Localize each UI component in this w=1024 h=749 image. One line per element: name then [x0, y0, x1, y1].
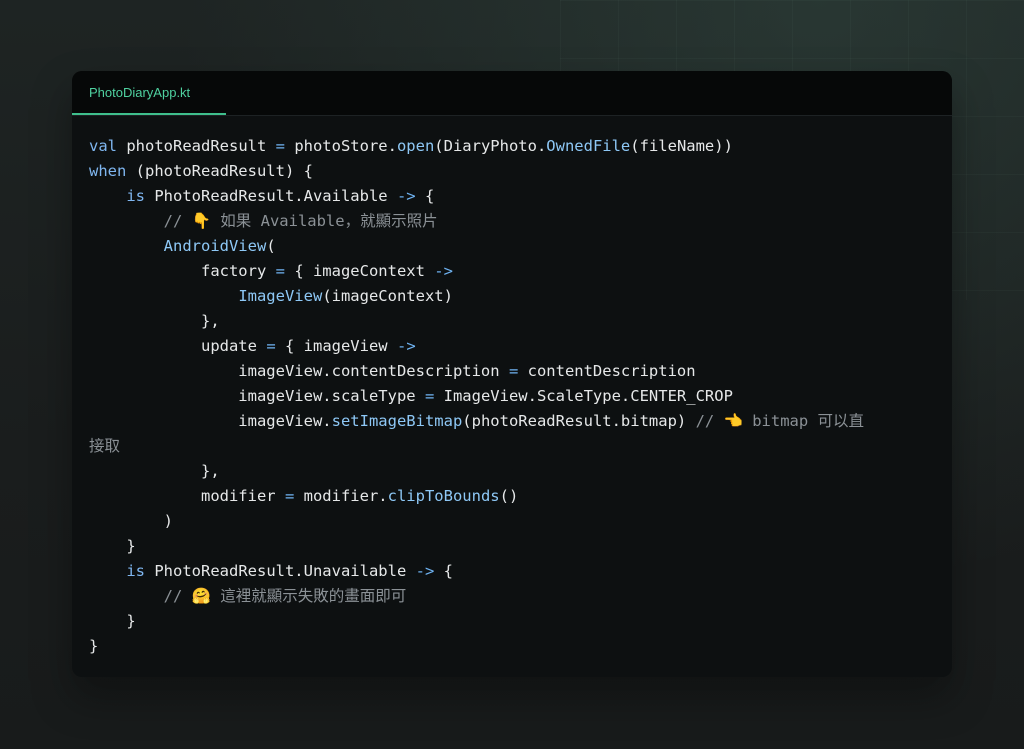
code-line: }: [89, 634, 939, 659]
code-line: imageView.setImageBitmap(photoReadResult…: [89, 409, 939, 434]
code-line: },: [89, 309, 939, 334]
code-token: { imageContext: [284, 262, 435, 280]
code-token: clipToBounds: [387, 487, 500, 505]
code-token: },: [89, 312, 220, 330]
code-token: (DiaryPhoto.: [434, 137, 547, 155]
code-token: (photoReadResult.bitmap): [462, 412, 696, 430]
code-line: is PhotoReadResult.Available -> {: [89, 184, 939, 209]
code-token: PhotoReadResult.Unavailable: [145, 562, 416, 580]
code-line: factory = { imageContext ->: [89, 259, 939, 284]
code-line: modifier = modifier.clipToBounds(): [89, 484, 939, 509]
code-token: ImageView.ScaleType.CENTER_CROP: [434, 387, 733, 405]
code-token: // 👇 如果 Available，就顯示照片: [163, 212, 438, 230]
code-token: val: [89, 137, 117, 155]
code-line: ): [89, 509, 939, 534]
code-token: is: [126, 562, 145, 580]
code-line: when (photoReadResult) {: [89, 159, 939, 184]
code-token: =: [284, 487, 295, 505]
code-token: (imageContext): [322, 287, 453, 305]
code-token: {: [415, 187, 435, 205]
code-token: modifier.: [294, 487, 388, 505]
code-token: 接取: [89, 437, 121, 455]
code-line: ImageView(imageContext): [89, 284, 939, 309]
code-token: ->: [396, 337, 416, 355]
code-token: ->: [396, 187, 416, 205]
code-token: }: [89, 612, 136, 630]
code-line: imageView.scaleType = ImageView.ScaleTyp…: [89, 384, 939, 409]
code-token: imageView.contentDescription: [89, 362, 509, 380]
code-token: =: [275, 137, 285, 155]
code-token: (fileName)): [630, 137, 733, 155]
code-token: is: [126, 187, 145, 205]
code-line: is PhotoReadResult.Unavailable -> {: [89, 559, 939, 584]
code-line: // 🤗 這裡就顯示失敗的畫面即可: [89, 584, 939, 609]
code-token: { imageView: [275, 337, 397, 355]
code-token: }: [89, 537, 136, 555]
code-token: photoStore.: [284, 137, 397, 155]
code-token: =: [266, 337, 276, 355]
code-card: PhotoDiaryApp.kt val photoReadResult = p…: [72, 71, 952, 677]
tab-bar: PhotoDiaryApp.kt: [72, 71, 952, 116]
code-token: {: [434, 562, 453, 580]
code-line: }: [89, 609, 939, 634]
code-token: OwnedFile: [546, 137, 631, 155]
code-token: imageView.: [89, 412, 332, 430]
code-token: ImageView: [238, 287, 323, 305]
code-token: when: [89, 162, 127, 180]
code-line: imageView.contentDescription = contentDe…: [89, 359, 939, 384]
code-token: (): [499, 487, 519, 505]
code-token: factory: [89, 262, 276, 280]
code-token: update: [89, 337, 267, 355]
code-token: =: [275, 262, 285, 280]
code-token: }: [89, 637, 99, 655]
code-line: }: [89, 534, 939, 559]
code-line: 接取: [89, 434, 939, 459]
code-token: (: [266, 237, 276, 255]
code-token: contentDescription: [518, 362, 696, 380]
code-token: =: [424, 387, 435, 405]
code-line: AndroidView(: [89, 234, 939, 259]
code-token: open: [396, 137, 435, 155]
code-token: (photoReadResult) {: [126, 162, 313, 180]
tab-file[interactable]: PhotoDiaryApp.kt: [72, 71, 226, 115]
code-token: // 🤗 這裡就顯示失敗的畫面即可: [163, 587, 407, 605]
code-token: =: [508, 362, 519, 380]
code-token: PhotoReadResult.Available: [145, 187, 397, 205]
code-token: ->: [434, 262, 453, 280]
code-token: setImageBitmap: [331, 412, 463, 430]
code-token: },: [89, 462, 220, 480]
code-block: val photoReadResult = photoStore.open(Di…: [89, 134, 939, 659]
code-token: modifier: [89, 487, 285, 505]
code-line: },: [89, 459, 939, 484]
code-token: // 👈 bitmap 可以直: [695, 412, 865, 430]
code-line: // 👇 如果 Available，就顯示照片: [89, 209, 939, 234]
code-token: AndroidView: [163, 237, 267, 255]
code-token: imageView.scaleType: [89, 387, 425, 405]
code-token: ->: [415, 562, 435, 580]
code-line: val photoReadResult = photoStore.open(Di…: [89, 134, 939, 159]
code-line: update = { imageView ->: [89, 334, 939, 359]
code-token: photoReadResult: [117, 137, 276, 155]
code-token: ): [89, 512, 173, 530]
